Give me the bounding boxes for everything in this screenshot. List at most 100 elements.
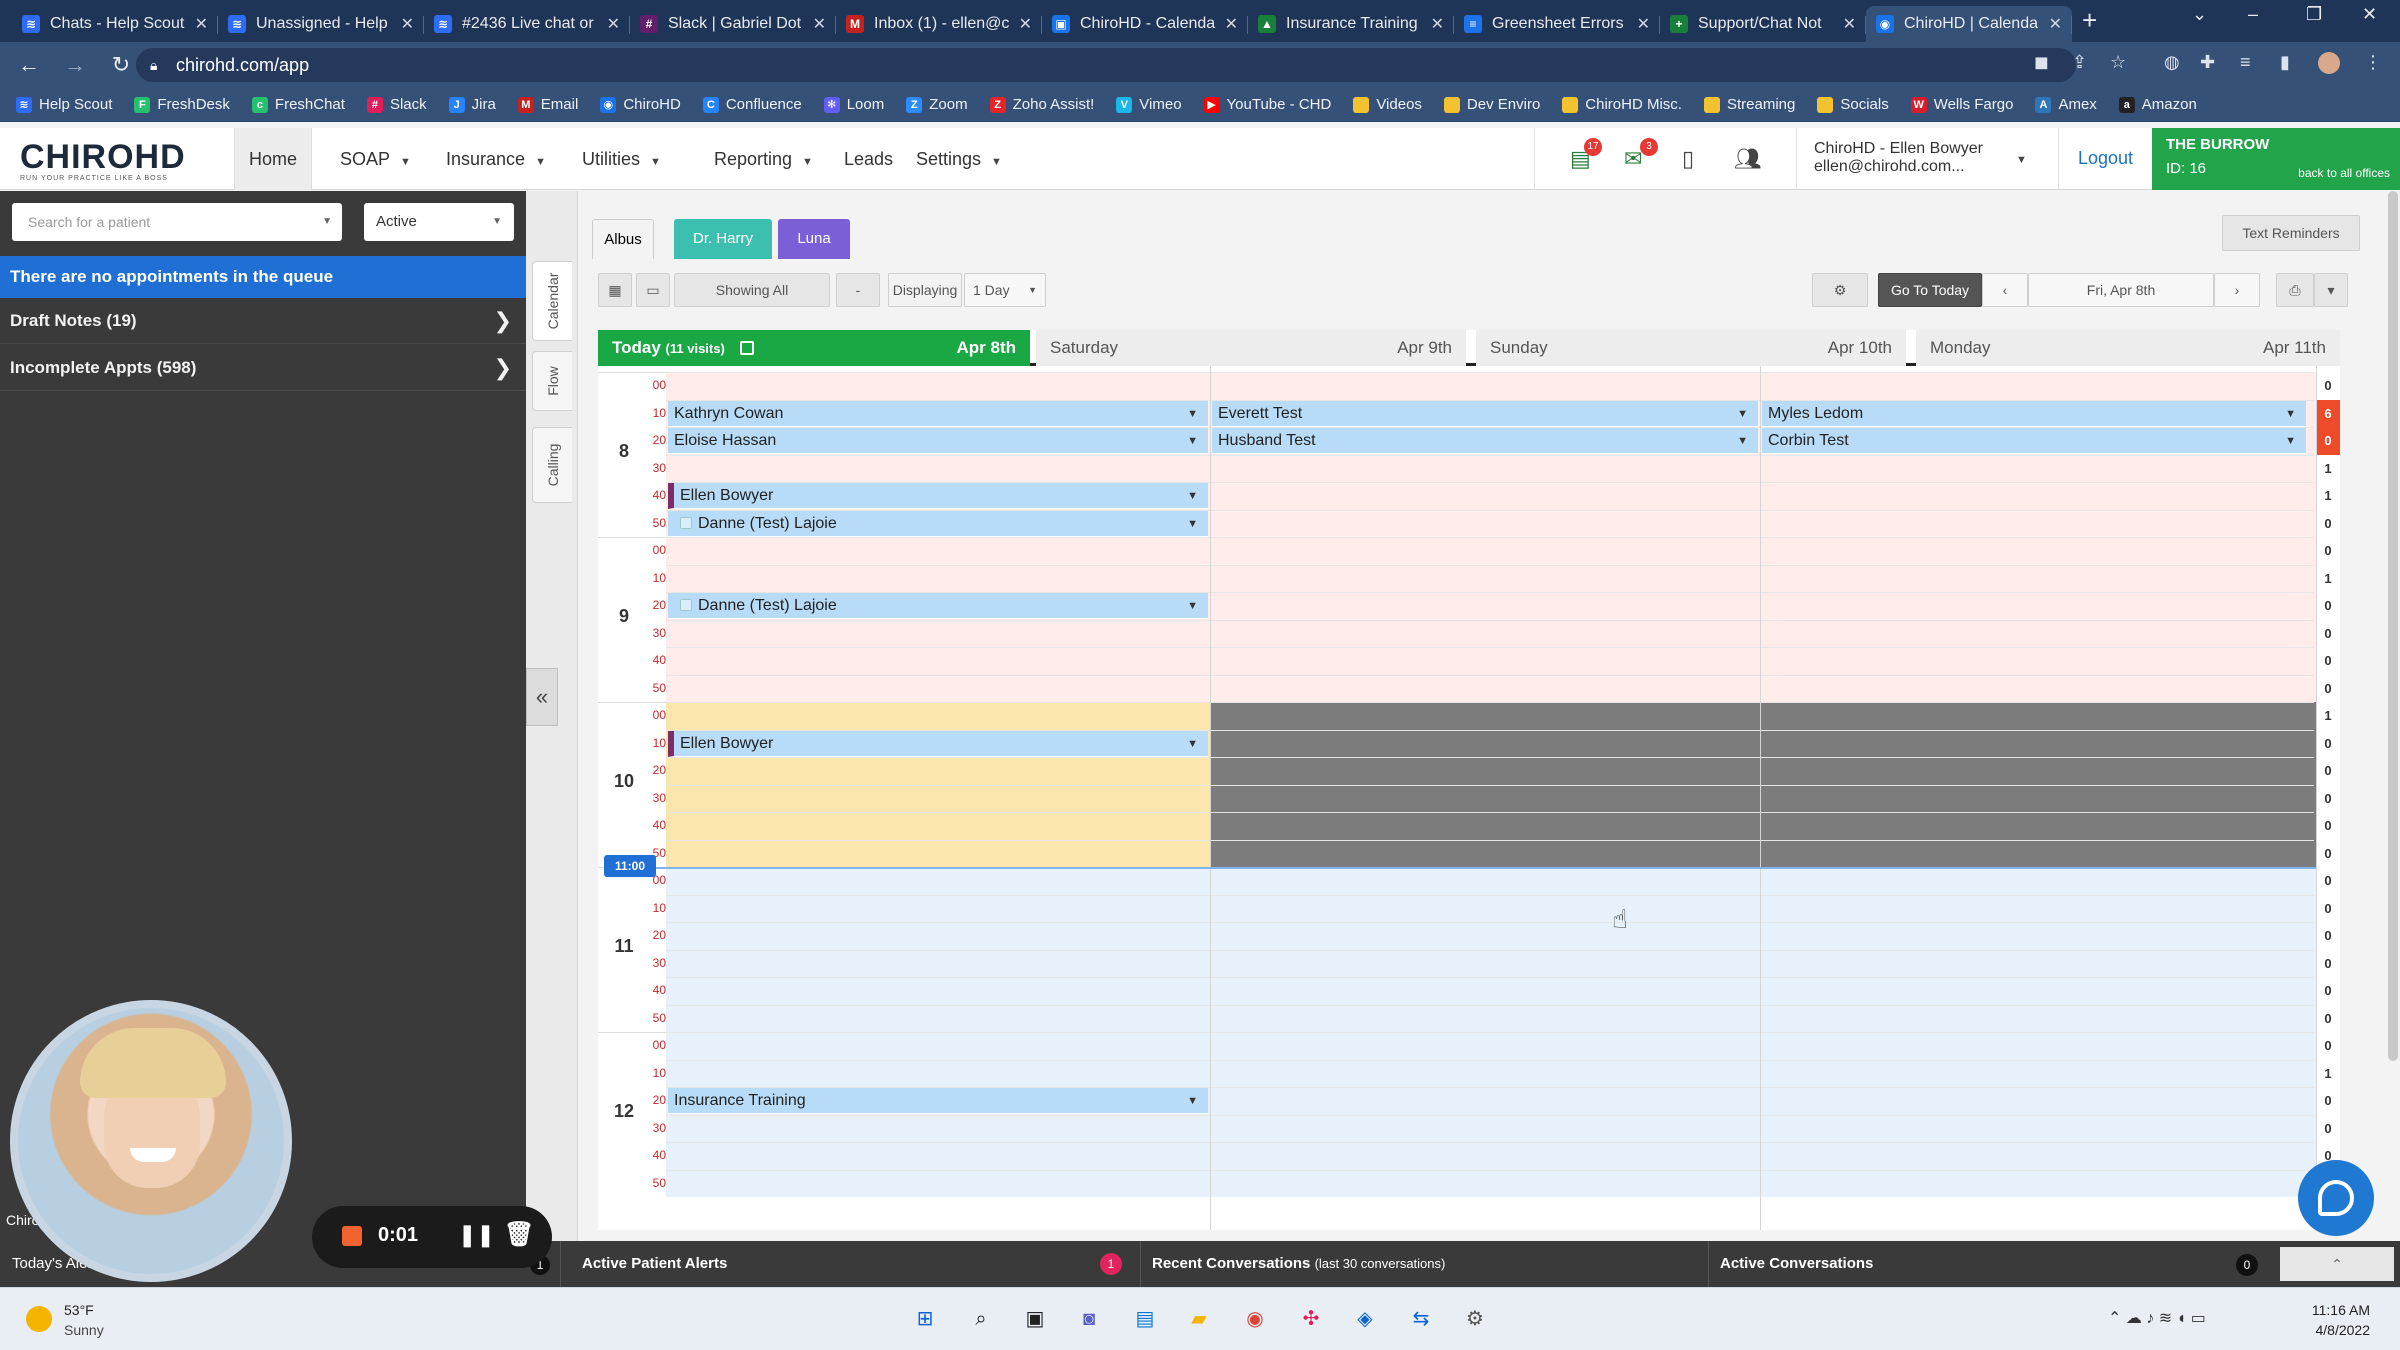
puzzle-icon[interactable]: ✚ — [2200, 52, 2215, 73]
slot-bg[interactable] — [666, 1142, 2316, 1170]
bookmark-item[interactable]: # Slack — [366, 96, 427, 113]
appointment[interactable]: Kathryn Cowan ▼ — [668, 400, 1208, 427]
bookmark-item[interactable]: c FreshChat — [251, 96, 345, 113]
browser-tab[interactable]: + Support/Chat Not ✕ — [1660, 6, 1866, 42]
slot-bg[interactable] — [666, 977, 2316, 1005]
bookmark-item[interactable]: ChiroHD Misc. — [1562, 96, 1682, 113]
chrome-icon[interactable]: ◉ — [1240, 1304, 1270, 1334]
appointment[interactable]: Eloise Hassan ▼ — [668, 428, 1208, 454]
browser-tab[interactable]: ≡ Greensheet Errors ✕ — [1454, 6, 1660, 42]
user-menu[interactable]: ChiroHD - Ellen Bowyer ellen@chirohd.com… — [1814, 140, 1983, 176]
collapse-panel-button[interactable]: « — [526, 668, 558, 726]
sidepanel-icon[interactable]: ▮ — [2280, 52, 2290, 73]
showing-all-button[interactable]: Showing All — [674, 273, 830, 307]
go-to-today-button[interactable]: Go To Today — [1878, 273, 1982, 307]
appointment[interactable]: Ellen Bowyer ▼ — [668, 730, 1208, 757]
browser-tab[interactable]: ≋ Unassigned - Help ✕ — [218, 6, 424, 42]
weather-temp[interactable]: 53°F — [64, 1302, 94, 1318]
active-conversations-label[interactable]: Active Conversations — [1720, 1255, 1873, 1272]
calendar-view-icon[interactable]: ▭ — [636, 273, 670, 307]
patient-search-input[interactable]: Search for a patient ▼ — [12, 203, 342, 241]
browser-tab[interactable]: # Slack | Gabriel Dot ✕ — [630, 6, 836, 42]
back-to-offices-link[interactable]: back to all offices — [2298, 166, 2390, 180]
teams-icon[interactable]: ◙ — [1074, 1304, 1104, 1334]
tray-icons[interactable]: ⌃ ☁ ♪ ≋ ◖ ▭ — [2108, 1308, 2206, 1328]
trash-icon[interactable]: 🗑︎ — [504, 1220, 534, 1249]
chevron-down-icon[interactable]: ▼ — [1737, 401, 1748, 427]
close-tab-icon[interactable]: ✕ — [195, 14, 208, 34]
appointment[interactable]: Danne (Test) Lajoie ▼ — [668, 510, 1208, 537]
nav-reporting[interactable]: Reporting ▼ — [700, 128, 827, 190]
settings-icon[interactable]: ⚙ — [1460, 1304, 1490, 1334]
close-window-button[interactable]: ✕ — [2362, 4, 2377, 25]
bookmark-item[interactable]: Z Zoom — [906, 96, 968, 113]
appointment[interactable]: Corbin Test ▼ — [1762, 428, 2306, 454]
file-explorer-icon[interactable]: ▰ — [1184, 1304, 1214, 1334]
search-icon[interactable]: ⌕ — [966, 1304, 996, 1334]
bookmark-item[interactable]: C Confluence — [702, 96, 802, 113]
chevron-down-icon[interactable]: ▼ — [1737, 428, 1748, 454]
user-menu-caret-icon[interactable]: ▼ — [2016, 154, 2027, 166]
note-icon[interactable] — [739, 341, 754, 355]
bookmark-item[interactable]: ▶ YouTube - CHD — [1203, 96, 1331, 113]
bookmark-item[interactable]: Socials — [1817, 96, 1889, 113]
media-icon[interactable]: ≡ — [2240, 52, 2251, 73]
date-field[interactable]: Fri, Apr 8th — [2028, 273, 2214, 307]
back-icon[interactable]: ← — [12, 52, 46, 78]
url-field[interactable]: 🔒︎ chirohd.com/app — [136, 48, 2076, 82]
browser-tab[interactable]: ▲ Insurance Training ✕ — [1248, 6, 1454, 42]
slot-bg[interactable] — [666, 1114, 2316, 1142]
browser-tab[interactable]: ≋ #2436 Live chat or ✕ — [424, 6, 630, 42]
widgets-icon[interactable]: ▤ — [1130, 1304, 1160, 1334]
appointment[interactable]: Ellen Bowyer ▼ — [668, 483, 1208, 509]
gear-icon[interactable]: ⚙ — [1812, 273, 1868, 307]
slot-bg[interactable] — [666, 564, 2316, 592]
next-day-button[interactable]: › — [2214, 273, 2260, 307]
patient-status-select[interactable]: Active ▼ — [364, 203, 514, 241]
logout-link[interactable]: Logout — [2078, 148, 2133, 169]
appointment[interactable]: Everett Test ▼ — [1212, 400, 1758, 427]
day-header-saturday[interactable]: Saturday Apr 9th — [1036, 330, 1466, 366]
nav-insurance[interactable]: Insurance ▼ — [432, 128, 560, 190]
bookmark-item[interactable]: Z Zoho Assist! — [989, 96, 1094, 113]
close-tab-icon[interactable]: ✕ — [2049, 14, 2062, 34]
slot-bg[interactable] — [666, 894, 2316, 922]
provider-tab-albus[interactable]: Albus — [592, 219, 654, 259]
provider-tab-luna[interactable]: Luna — [778, 219, 850, 259]
bookmark-item[interactable]: ✻ Loom — [823, 96, 884, 113]
restore-button[interactable]: ❐ — [2306, 4, 2322, 25]
chevron-down-icon[interactable]: ▼ — [1187, 401, 1198, 427]
chevron-down-icon[interactable]: ▼ — [1187, 1088, 1198, 1114]
nav-settings[interactable]: Settings ▼ — [902, 128, 1016, 190]
active-patient-alerts-label[interactable]: Active Patient Alerts — [582, 1255, 727, 1272]
bookmark-item[interactable]: J Jira — [448, 96, 496, 113]
print-icon[interactable]: ⎙ — [2276, 273, 2314, 307]
span-select[interactable]: 1 Day ▼ — [964, 273, 1046, 307]
app-icon[interactable]: ◈ — [1350, 1304, 1380, 1334]
text-reminders-button[interactable]: Text Reminders — [2222, 215, 2360, 251]
slot-bg[interactable] — [666, 1004, 2316, 1032]
nav-soap[interactable]: SOAP ▼ — [326, 128, 425, 190]
pause-icon[interactable]: ❚❚ — [458, 1222, 495, 1248]
slot-bg[interactable] — [666, 867, 2316, 895]
close-tab-icon[interactable]: ✕ — [1019, 14, 1032, 34]
browser-tab[interactable]: ▣ ChiroHD - Calenda ✕ — [1042, 6, 1248, 42]
slot-bg[interactable] — [666, 1032, 2316, 1060]
forward-icon[interactable]: → — [58, 52, 92, 78]
tab-calling[interactable]: Calling — [532, 427, 572, 503]
recent-conversations-label[interactable]: Recent Conversations (last 30 conversati… — [1152, 1255, 1445, 1272]
slack-icon[interactable]: ✣ — [1296, 1304, 1326, 1334]
camera-icon[interactable]: ◼ — [2034, 52, 2049, 73]
bookmark-item[interactable]: Dev Enviro — [1443, 96, 1540, 113]
bookmark-item[interactable]: M Email — [517, 96, 578, 113]
bookmark-item[interactable]: Videos — [1353, 96, 1422, 113]
tab-flow[interactable]: Flow — [532, 351, 572, 411]
users-icon[interactable]: 👥︎ — [1734, 146, 1762, 172]
slot-bg[interactable] — [666, 1169, 2316, 1197]
browser-tab[interactable]: M Inbox (1) - ellen@c ✕ — [836, 6, 1042, 42]
minus-button[interactable]: - — [836, 273, 880, 307]
print-options-icon[interactable]: ▾ — [2314, 273, 2348, 307]
chevron-down-icon[interactable]: ▼ — [1187, 511, 1198, 537]
close-tab-icon[interactable]: ✕ — [401, 14, 414, 34]
share-icon[interactable]: ⇪ — [2072, 52, 2087, 73]
